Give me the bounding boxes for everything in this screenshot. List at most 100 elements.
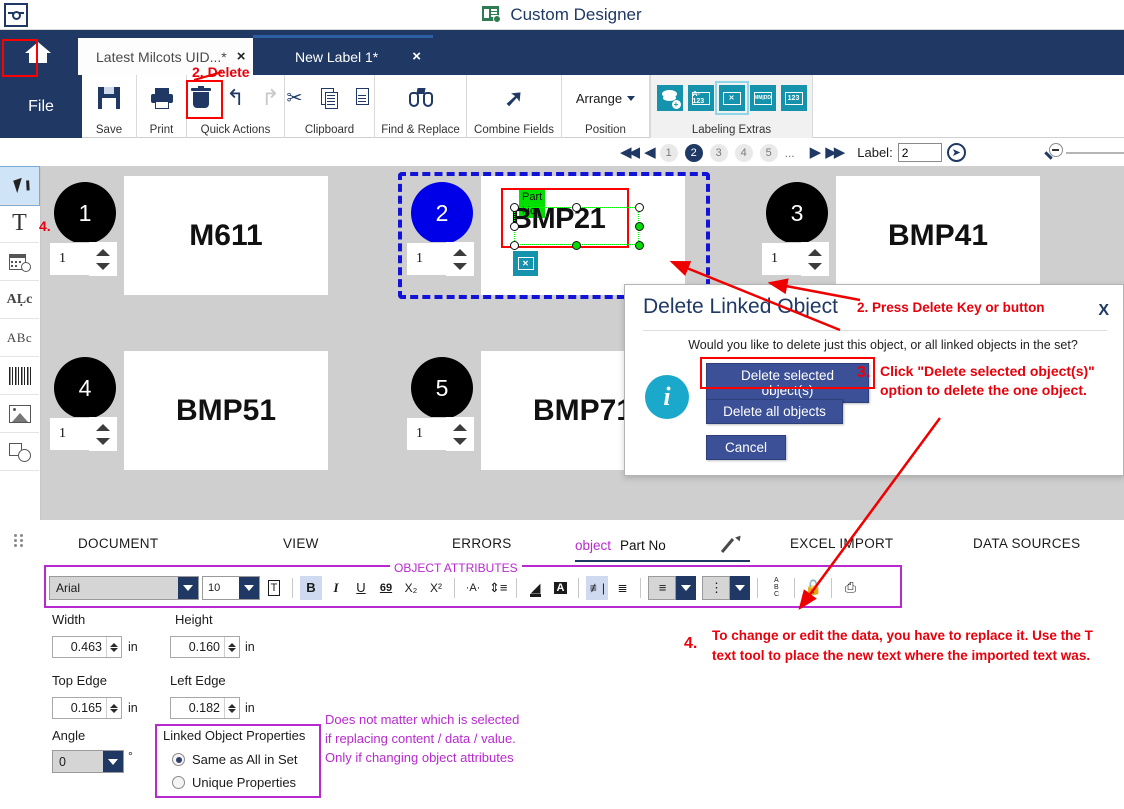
label-quantity-stepper[interactable]: 1 [49, 417, 118, 451]
horizontal-align-split-button[interactable]: ≡ [648, 576, 696, 600]
bold-button[interactable]: B [300, 576, 322, 600]
text-box-fit-button[interactable]: T [263, 576, 285, 600]
data-source-icon[interactable]: + [657, 85, 683, 111]
label-quantity-stepper[interactable]: 1 [406, 242, 475, 276]
arrange-dropdown-button[interactable]: Arrange [576, 91, 635, 106]
label-preview[interactable]: BMP41 [836, 176, 1040, 295]
quantity-spinner[interactable] [89, 417, 117, 451]
label-quantity-stepper[interactable]: 1 [406, 417, 475, 451]
delete-button[interactable] [186, 83, 216, 113]
quantity-spinner[interactable] [801, 242, 829, 276]
radio-icon[interactable] [172, 776, 185, 789]
serial-a123-icon[interactable]: A-123 [688, 85, 714, 111]
lock-button[interactable]: 🔓 [802, 576, 824, 600]
curved-text-tool[interactable]: AḶc [0, 281, 39, 319]
date-time-icon[interactable]: MM|DD [750, 85, 776, 111]
previous-label-button[interactable]: ◀ [644, 145, 653, 160]
top-edge-stepper[interactable] [106, 698, 121, 718]
font-scale-button[interactable]: ·A· [462, 576, 484, 600]
cut-button[interactable]: ✂ [280, 83, 310, 113]
zoom-slider[interactable] [1044, 141, 1124, 165]
resize-handle-mr[interactable] [635, 222, 644, 231]
tab-errors[interactable]: ERRORS [452, 536, 512, 551]
resize-handle-br[interactable] [635, 241, 644, 250]
reverse-text-button[interactable]: ≢| [586, 576, 608, 600]
linked-object-badge-icon[interactable]: ✕ [513, 251, 538, 276]
date-time-tool[interactable] [0, 243, 39, 281]
auto-text-tool[interactable]: ABc [0, 319, 39, 357]
close-icon[interactable]: X [1098, 302, 1109, 320]
left-edge-stepper[interactable] [224, 698, 239, 718]
find-replace-button[interactable] [406, 83, 436, 113]
page-button-5[interactable]: 5 [760, 144, 778, 162]
angle-select[interactable]: 0 [52, 750, 124, 773]
height-stepper[interactable] [224, 637, 239, 657]
width-stepper[interactable] [106, 637, 121, 657]
page-button-3[interactable]: 3 [710, 144, 728, 162]
quantity-spinner[interactable] [89, 242, 117, 276]
last-label-button[interactable]: ▶▶ [825, 145, 842, 160]
select-cursor-tool[interactable] [0, 167, 39, 205]
linked-object-icon[interactable]: ✕ [719, 85, 745, 111]
magnifier-minus-icon[interactable] [1044, 143, 1064, 163]
delete-all-objects-button[interactable]: Delete all objects [706, 399, 843, 424]
vertical-text-button[interactable]: ABC [765, 576, 787, 600]
vertical-align-split-button[interactable]: ⋮ [702, 576, 750, 600]
text-tool[interactable]: T [0, 205, 39, 243]
chevron-down-icon[interactable] [239, 577, 259, 599]
superscript-button[interactable]: X² [425, 576, 447, 600]
combine-fields-button[interactable]: ➚ [499, 83, 529, 113]
file-menu-button[interactable]: File [0, 75, 82, 138]
resize-handle-ml[interactable] [510, 222, 519, 231]
pencil-icon[interactable] [726, 537, 742, 553]
page-button-4[interactable]: 4 [735, 144, 753, 162]
undo-button[interactable]: ↰ [221, 83, 251, 113]
font-size-select[interactable]: 10 [202, 576, 260, 600]
zoom-track[interactable] [1066, 152, 1124, 154]
barcode-tool[interactable] [0, 357, 39, 395]
close-icon[interactable]: × [237, 48, 246, 65]
shape-tool[interactable] [0, 433, 39, 471]
wrap-text-button[interactable]: ≣ [611, 576, 633, 600]
first-label-button[interactable]: ◀◀ [620, 145, 637, 160]
label-quantity-stepper[interactable]: 1 [761, 242, 830, 276]
resize-handle-tl[interactable] [510, 203, 519, 212]
label-quantity-stepper[interactable]: 1 [49, 242, 118, 276]
chevron-down-icon[interactable] [103, 751, 123, 772]
chevron-down-icon[interactable] [178, 577, 198, 599]
width-input[interactable]: 0.463 [52, 636, 122, 658]
resize-handle-tr[interactable] [635, 203, 644, 212]
fill-color-button[interactable]: ◢ [524, 576, 546, 600]
image-tool[interactable] [0, 395, 39, 433]
quantity-spinner[interactable] [446, 242, 474, 276]
radio-icon[interactable] [172, 753, 185, 766]
counter-123-icon[interactable]: 123 [781, 85, 807, 111]
left-edge-input[interactable]: 0.182 [170, 697, 240, 719]
resize-handle-tc[interactable] [572, 203, 581, 212]
print-button[interactable] [147, 83, 177, 113]
line-spacing-button[interactable]: ⇕≡ [487, 576, 509, 600]
resize-handle-bc[interactable] [572, 241, 581, 250]
label-number-input[interactable] [898, 143, 942, 162]
next-label-button[interactable]: ▶ [810, 145, 819, 160]
subscript-button[interactable]: X₂ [400, 576, 422, 600]
label-preview[interactable]: BMP51 [124, 351, 328, 470]
tab-object[interactable]: object Part No [575, 530, 750, 562]
go-to-label-button[interactable]: ➤ [947, 143, 966, 162]
underline-button[interactable]: U [350, 576, 372, 600]
tab-excel-import[interactable]: EXCEL IMPORT [790, 536, 893, 551]
copy-button[interactable] [315, 83, 345, 113]
document-tab-new-label-1[interactable]: New Label 1* × [253, 35, 433, 75]
tab-view[interactable]: VIEW [283, 536, 319, 551]
save-button[interactable] [94, 83, 124, 113]
resize-handle-bl[interactable] [510, 241, 519, 250]
cancel-button[interactable]: Cancel [706, 435, 786, 460]
align-middle-icon[interactable]: ⋮ [702, 576, 730, 600]
close-icon[interactable]: × [412, 48, 421, 65]
top-edge-input[interactable]: 0.165 [52, 697, 122, 719]
home-button[interactable] [0, 30, 75, 75]
chevron-down-icon[interactable] [676, 576, 696, 600]
page-button-1[interactable]: 1 [660, 144, 678, 162]
text-highlight-button[interactable]: A [549, 576, 571, 600]
font-family-select[interactable]: Arial [49, 576, 199, 600]
